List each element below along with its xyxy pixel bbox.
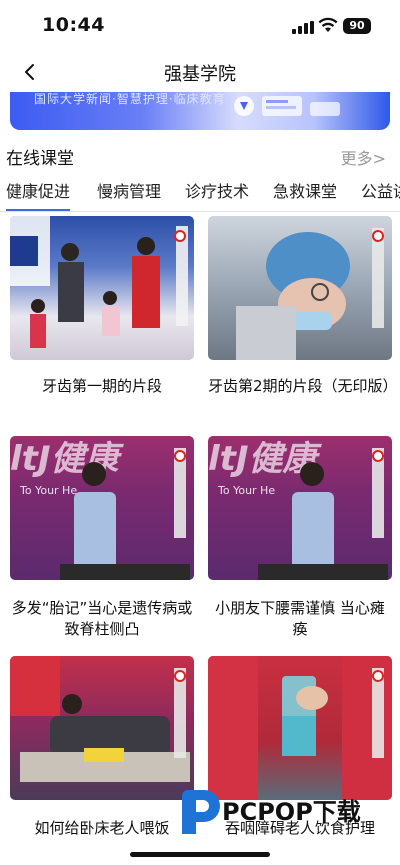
svg-text:To Your He: To Your He (217, 484, 275, 497)
thumbnail-scene: ltJ健康 To Your He (208, 439, 388, 580)
tab-health-promotion[interactable]: 健康促进 (6, 178, 71, 211)
section-title: 在线课堂 (6, 149, 74, 169)
channel-logo (372, 670, 384, 682)
battery-indicator: 90 (343, 18, 371, 34)
status-time: 10:44 (42, 14, 105, 36)
tab-public-welfare[interactable]: 公益讲 (361, 178, 400, 202)
tab-first-aid[interactable]: 急救课堂 (273, 178, 337, 202)
thumbnail-scene: ltJ健康 To Your He (10, 439, 190, 580)
video-title: 牙齿第2期的片段（无印版） (208, 377, 398, 395)
watermark-logo-icon (182, 790, 220, 834)
thumbnail-scene (10, 216, 188, 348)
video-thumbnail (208, 656, 392, 800)
nav-bar: 强基学院 (0, 50, 400, 94)
channel-logo (174, 450, 186, 462)
video-thumbnail (208, 216, 392, 360)
video-title: 如何给卧床老人喂饭 (34, 819, 170, 837)
page-title: 强基学院 (164, 64, 236, 85)
section-header: 在线课堂 更多> (0, 142, 400, 170)
video-title: 牙齿第一期的片段 (41, 377, 162, 395)
watermark-text: PCPOP下载 (222, 798, 361, 826)
video-thumbnail: ltJ健康 To Your He (10, 436, 194, 580)
tab-chronic-disease[interactable]: 慢病管理 (97, 178, 161, 202)
more-link[interactable]: 更多> (341, 145, 386, 169)
video-thumbnail (10, 656, 194, 800)
banner-illustration (234, 96, 340, 116)
thumbnail-scene (236, 228, 384, 360)
svg-text:ltJ健康: ltJ健康 (10, 439, 125, 479)
video-title: 小朋友下腰需谨慎 当心瘫痪 (215, 599, 385, 638)
channel-logo (174, 230, 186, 242)
watermark: PCPOP下载 (178, 788, 388, 848)
cellular-signal-icon (292, 21, 314, 34)
video-thumbnail: ltJ健康 To Your He (208, 436, 392, 580)
wifi-icon (318, 17, 338, 32)
category-tabs: 健康促进 慢病管理 诊疗技术 急救课堂 公益讲 (0, 172, 400, 212)
video-title: 多发“胎记”当心是遗传病或致脊柱侧凸 (11, 599, 193, 638)
thumbnail-scene (208, 656, 392, 800)
channel-logo (372, 450, 384, 462)
banner-carousel[interactable]: 国际大学新闻·智慧护理·临床教育 (10, 92, 390, 130)
status-bar: 10:44 90 (0, 0, 400, 50)
video-thumbnail (10, 216, 194, 360)
channel-logo (174, 670, 186, 682)
banner-text: 国际大学新闻·智慧护理·临床教育 (34, 92, 226, 106)
home-indicator[interactable] (130, 852, 270, 857)
tab-diagnosis-technique[interactable]: 诊疗技术 (185, 178, 249, 202)
thumbnail-scene (10, 656, 190, 782)
svg-text:To Your He: To Your He (19, 484, 77, 497)
channel-logo (372, 230, 384, 242)
